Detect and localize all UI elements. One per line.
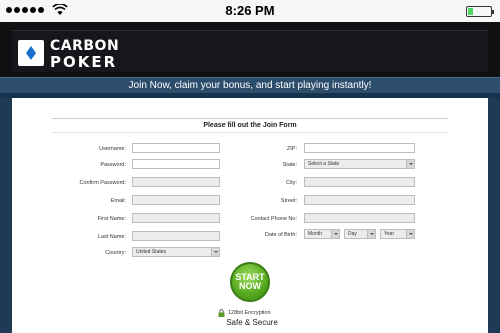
divider: [52, 118, 448, 119]
join-form: Please fill out the Join Form Username: …: [12, 98, 488, 333]
country-select-value: United States: [136, 249, 167, 255]
username-label: Username:: [99, 146, 126, 152]
password-label: Password:: [100, 162, 126, 168]
encryption-text: 128bit Encryption: [228, 310, 271, 316]
divider: [52, 132, 448, 133]
dob-day-select[interactable]: Day: [344, 229, 376, 239]
zip-input[interactable]: [304, 143, 415, 153]
dob-year-value: Year: [384, 231, 395, 237]
logo-text-poker: POKER: [50, 53, 118, 71]
status-bar: 8:26 PM: [0, 0, 500, 22]
last-name-label: Last Name:: [97, 234, 126, 240]
start-now-button[interactable]: START NOW: [230, 262, 270, 302]
chevron-down-icon: [367, 230, 375, 238]
dob-month-select[interactable]: Month: [304, 229, 340, 239]
dob-day-value: Day: [348, 231, 357, 237]
street-label: Street:: [280, 198, 297, 204]
email-label: Email:: [110, 198, 126, 204]
email-input[interactable]: [132, 195, 220, 205]
lock-icon: [218, 309, 225, 317]
start-now-line2: NOW: [239, 281, 261, 291]
first-name-label: First Name:: [97, 216, 126, 222]
state-select-value: Select a State: [308, 161, 340, 167]
street-input[interactable]: [304, 195, 415, 205]
phone-input[interactable]: [304, 213, 415, 223]
city-label: City:: [286, 180, 297, 186]
confirm-password-input[interactable]: [132, 177, 220, 187]
tagline-banner: Join Now, claim your bonus, and start pl…: [0, 77, 500, 93]
username-input[interactable]: [132, 143, 220, 153]
status-time: 8:26 PM: [225, 3, 275, 18]
dob-label: Date of Birth:: [264, 232, 297, 238]
country-label: Country:: [105, 250, 126, 256]
dob-year-select[interactable]: Year: [380, 229, 415, 239]
city-input[interactable]: [304, 177, 415, 187]
chevron-down-icon: [331, 230, 339, 238]
last-name-input[interactable]: [132, 231, 220, 241]
battery-icon: [466, 6, 494, 17]
confirm-password-label: Confirm Password:: [79, 180, 126, 186]
safe-secure-text: Safe & Secure: [226, 318, 278, 327]
country-select[interactable]: United States: [132, 247, 220, 257]
first-name-input[interactable]: [132, 213, 220, 223]
carbon-poker-logo[interactable]: CARBON POKER: [18, 36, 138, 71]
chevron-down-icon: [406, 160, 414, 168]
phone-label: Contact Phone No:: [250, 216, 297, 222]
logo-diamond-icon: [18, 40, 44, 66]
password-input[interactable]: [132, 159, 220, 169]
form-heading: Please fill out the Join Form: [203, 122, 297, 129]
logo-text-carbon: CARBON: [50, 38, 120, 54]
encryption-note: 128bit Encryption: [218, 308, 288, 318]
zip-label: ZIP:: [286, 146, 297, 152]
state-select[interactable]: Select a State: [304, 159, 415, 169]
dob-month-value: Month: [308, 231, 322, 237]
state-label: State:: [282, 162, 297, 168]
site-header: CARBON POKER: [0, 22, 500, 77]
chevron-down-icon: [211, 248, 219, 256]
chevron-down-icon: [406, 230, 414, 238]
